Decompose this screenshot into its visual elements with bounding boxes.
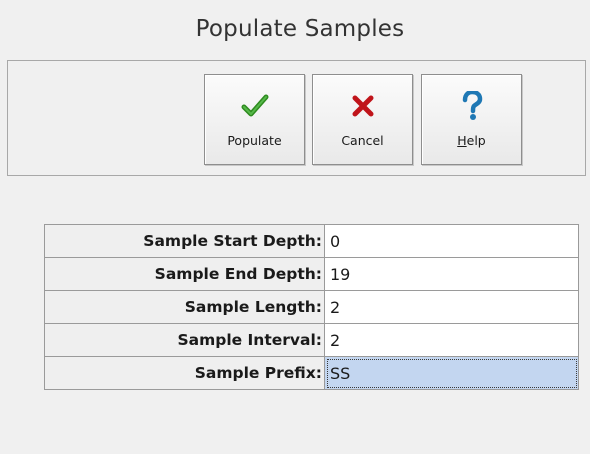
- help-mnemonic: H: [457, 133, 467, 148]
- sample-prefix-label: Sample Prefix:: [45, 357, 325, 390]
- sample-prefix-row: Sample Prefix: SS: [45, 357, 579, 390]
- sample-end-depth-label: Sample End Depth:: [45, 258, 325, 291]
- sample-start-depth-label: Sample Start Depth:: [45, 225, 325, 258]
- sample-end-depth-field[interactable]: 19: [325, 258, 579, 291]
- x-icon: [313, 90, 412, 122]
- sample-start-depth-row: Sample Start Depth: 0: [45, 225, 579, 258]
- sample-length-row: Sample Length: 2: [45, 291, 579, 324]
- sample-prefix-field[interactable]: SS: [325, 357, 579, 390]
- help-label-rest: elp: [466, 133, 486, 148]
- toolbar: Populate Cancel Help: [7, 60, 586, 176]
- populate-button[interactable]: Populate: [204, 74, 305, 165]
- help-button-label: Help: [422, 133, 521, 148]
- title-bar: Populate Samples: [0, 0, 590, 58]
- sample-properties-grid: Sample Start Depth: 0 Sample End Depth: …: [44, 224, 579, 390]
- sample-interval-row: Sample Interval: 2: [45, 324, 579, 357]
- help-button[interactable]: Help: [421, 74, 522, 165]
- question-mark-icon: [422, 90, 521, 122]
- sample-end-depth-row: Sample End Depth: 19: [45, 258, 579, 291]
- sample-interval-field[interactable]: 2: [325, 324, 579, 357]
- sample-length-label: Sample Length:: [45, 291, 325, 324]
- cancel-button-label: Cancel: [341, 133, 384, 148]
- sample-length-field[interactable]: 2: [325, 291, 579, 324]
- sample-interval-label: Sample Interval:: [45, 324, 325, 357]
- checkmark-icon: [205, 90, 304, 122]
- sample-start-depth-field[interactable]: 0: [325, 225, 579, 258]
- window-title: Populate Samples: [195, 16, 405, 42]
- cancel-button[interactable]: Cancel: [312, 74, 413, 165]
- populate-button-label: Populate: [227, 133, 282, 148]
